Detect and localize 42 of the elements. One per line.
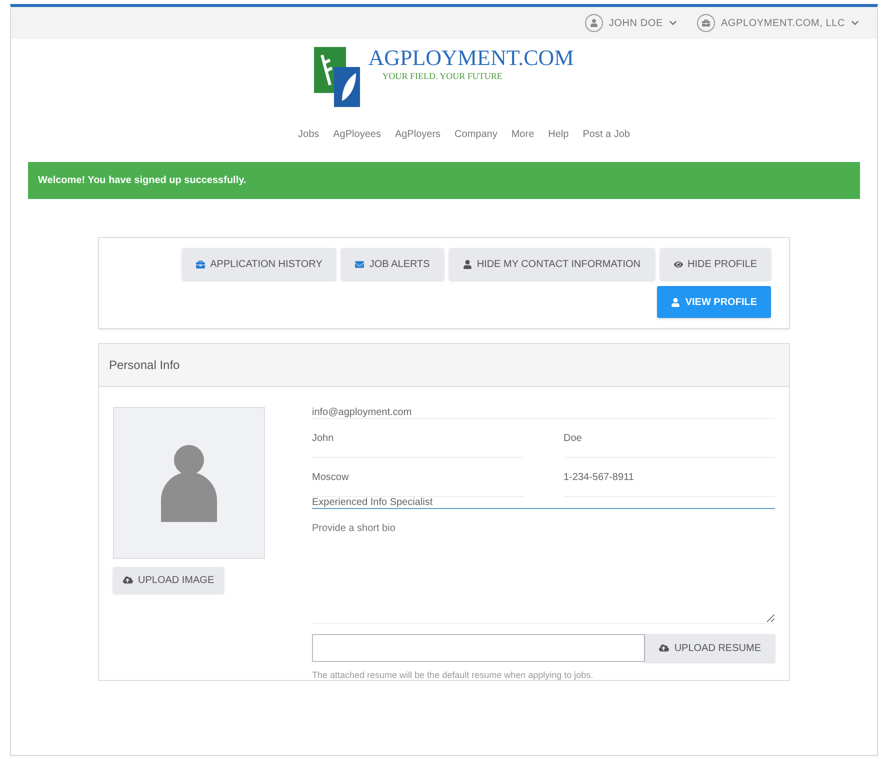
action-button[interactable]: APPLICATION HISTORY	[182, 248, 336, 280]
eye-icon	[674, 260, 683, 268]
phone-field[interactable]: 1-234-567-8911	[564, 458, 775, 497]
user-menu[interactable]: JOHN DOE	[584, 14, 677, 32]
user-icon	[462, 260, 472, 268]
success-alert: Welcome! You have signed up successfully.	[28, 162, 860, 199]
last-name-field[interactable]: Doe	[564, 419, 775, 458]
nav-link[interactable]: Company	[454, 129, 498, 140]
email-field[interactable]: info@agployment.com	[312, 407, 775, 419]
headline-field[interactable]: Experienced Info Specialist	[312, 497, 775, 509]
upload-image-button[interactable]: UPLOAD IMAGE	[113, 567, 224, 593]
nav-link[interactable]: Jobs	[298, 129, 320, 140]
nav-link[interactable]: More	[511, 129, 534, 140]
upload-resume-button[interactable]: UPLOAD RESUME	[645, 634, 775, 662]
resume-file-field[interactable]	[312, 634, 646, 662]
caret-icon	[668, 19, 677, 27]
nav-link[interactable]: AgPloyers	[394, 129, 441, 140]
user-icon	[671, 298, 680, 306]
nav-link[interactable]: Help	[548, 129, 569, 140]
cloud-upload-icon	[123, 575, 133, 585]
company-menu[interactable]: AGPLOYMENT.COM, LLC	[696, 14, 859, 32]
user-menu-label[interactable]: JOHN DOE	[608, 18, 663, 28]
first-name-field[interactable]: John	[312, 419, 524, 458]
cloud-upload-icon	[659, 643, 670, 653]
company-icon	[696, 14, 715, 32]
action-button[interactable]: HIDE MY CONTACT INFORMATION	[448, 248, 655, 280]
nav-link[interactable]: AgPloyees	[333, 129, 381, 140]
panel-title: Personal Info	[99, 344, 789, 387]
logo-name: AGPLOYMENT.COM	[368, 45, 574, 71]
person-silhouette-icon	[161, 444, 217, 522]
action-button[interactable]: HIDE PROFILE	[660, 248, 771, 280]
nav-link[interactable]: Post a Job	[582, 129, 630, 140]
company-menu-label[interactable]: AGPLOYMENT.COM, LLC	[720, 18, 845, 28]
briefcase-icon	[196, 260, 206, 268]
resume-help-text: The attached resume will be the default resume when applying to jobs.	[312, 670, 594, 680]
city-field[interactable]: Moscow	[312, 458, 524, 497]
action-button[interactable]: VIEW PROFILE	[657, 286, 771, 318]
caret-icon	[851, 19, 859, 27]
logo-tagline: YOUR FIELD. YOUR FUTURE	[382, 71, 504, 81]
user-icon	[584, 14, 603, 32]
envelope-icon	[355, 260, 364, 268]
action-button[interactable]: JOB ALERTS	[341, 248, 444, 280]
